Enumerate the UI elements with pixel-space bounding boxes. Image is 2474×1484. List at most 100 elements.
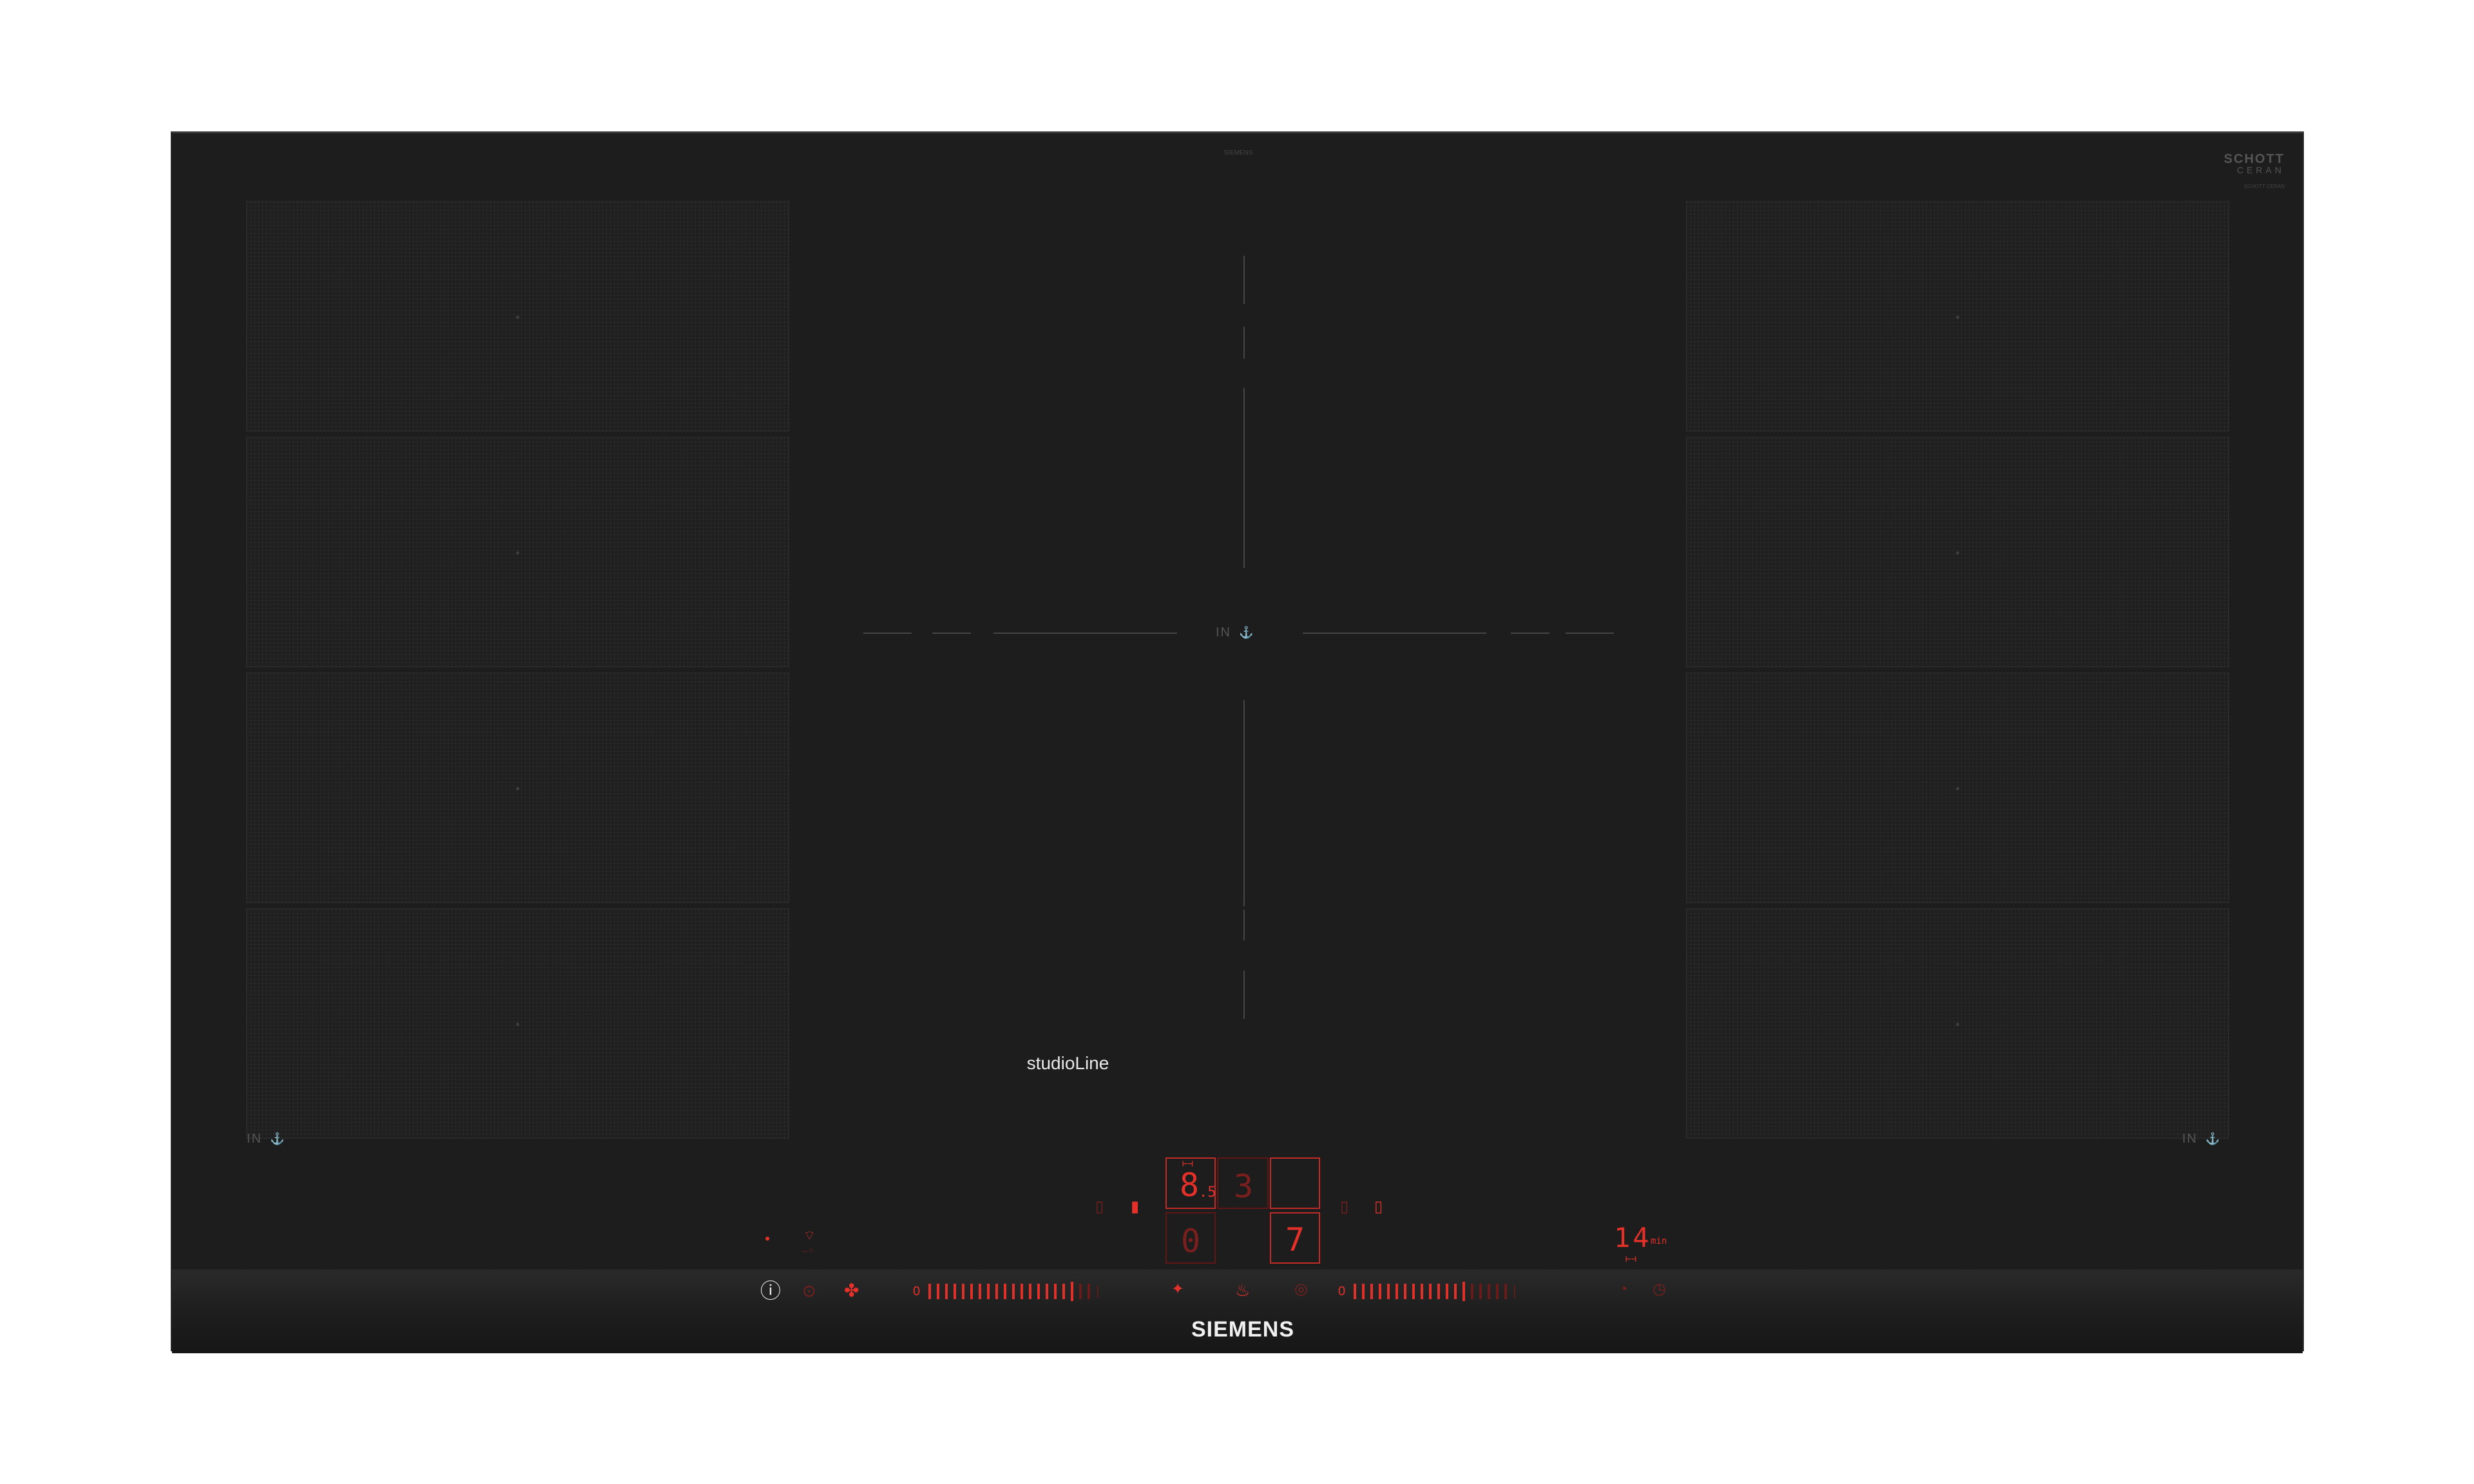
slider-tick (1462, 1282, 1466, 1301)
right-power-slider[interactable]: 0 | (1338, 1282, 1517, 1301)
center-line-h3 (993, 633, 1177, 634)
center-line-h5 (1511, 633, 1549, 634)
pan-icon[interactable]: ◎ (1294, 1282, 1308, 1297)
schott-ceran-logo: SCHOTT CERAN SCHOTT CERAN (2224, 153, 2285, 189)
slider-tick (1012, 1284, 1015, 1299)
zone-level-digit: 3 (1234, 1168, 1254, 1205)
slider-tick (1488, 1284, 1491, 1299)
slider-tick (1496, 1284, 1499, 1299)
timer-icon-a[interactable]: ◔ (1618, 1282, 1628, 1297)
left-power-slider[interactable]: 0 | (913, 1282, 1100, 1301)
timer-icon-b[interactable]: ◷ (1653, 1282, 1666, 1297)
left-slider-end: | (1096, 1284, 1100, 1298)
induction-icon: ⚓ (270, 1132, 286, 1145)
series-label: studioLine (1026, 1053, 1109, 1073)
zone-display-top-middle[interactable]: 3 (1217, 1157, 1269, 1209)
slider-tick (1046, 1284, 1049, 1299)
zone-display-bottom-right[interactable]: 7 (1270, 1212, 1320, 1264)
timer-marker: ⊢⊣ (1625, 1254, 1636, 1264)
right-slider-end: | (1513, 1284, 1517, 1298)
timer-value: 14 (1614, 1222, 1652, 1253)
slider-tick (1429, 1284, 1432, 1299)
slider-tick (995, 1284, 999, 1299)
slider-tick (1004, 1284, 1007, 1299)
schott-line1: SCHOTT (2223, 152, 2285, 166)
zone-center-mark (516, 551, 519, 555)
slider-tick (979, 1284, 982, 1299)
right-induction-label: IN ⚓ (2182, 1132, 2221, 1146)
steam-icon[interactable]: ♨ (1235, 1282, 1250, 1298)
right-zone-1 (1686, 201, 2229, 432)
slider-tick (1354, 1284, 1357, 1299)
timer-unit: min (1651, 1236, 1667, 1246)
schott-line2: CERAN (2236, 165, 2285, 175)
boost-icon[interactable]: ✦ (1171, 1282, 1184, 1297)
center-line-v2 (1243, 327, 1245, 359)
slider-tick (1088, 1284, 1091, 1299)
in-text: IN (247, 1132, 262, 1146)
slider-tick (1062, 1284, 1066, 1299)
zone-level-digit: 8 (1180, 1166, 1200, 1204)
slider-tick (1479, 1284, 1482, 1299)
zone-center-mark (1956, 551, 1959, 555)
slider-tick (1412, 1284, 1415, 1299)
center-line-v3 (1243, 388, 1245, 568)
left-zone-1 (246, 201, 789, 432)
left-slider-zero: 0 (913, 1284, 921, 1298)
right-zone-indicator-a[interactable]: ▯ (1340, 1199, 1348, 1215)
left-zone-2 (246, 437, 789, 667)
wifi-icon: ⌔ (803, 1229, 816, 1243)
left-zone-indicator-b[interactable]: ▮ (1131, 1199, 1139, 1215)
left-zone-4 (246, 908, 789, 1139)
right-zone-4 (1686, 908, 2229, 1139)
fan-icon[interactable]: ✤ (844, 1282, 859, 1300)
slider-tick (954, 1284, 957, 1299)
lock-icon[interactable]: ⊙ (802, 1282, 816, 1299)
zone-display-bottom-left[interactable]: 0 (1165, 1212, 1216, 1264)
slider-tick (1029, 1284, 1032, 1299)
schott-line3: SCHOTT CERAN (2244, 184, 2285, 189)
maker-mark: SIEMENS (1223, 149, 1253, 157)
cooktop-glass: SIEMENS SCHOTT CERAN SCHOTT CERAN IN ⚓ IN… (171, 131, 2304, 1353)
left-zone-indicator-a[interactable]: ▯ (1095, 1199, 1104, 1215)
slider-tick (1387, 1284, 1390, 1299)
power-indicator-dot: ● (765, 1233, 771, 1243)
center-line-h4 (1303, 633, 1486, 634)
induction-icon: ⚓ (2205, 1132, 2221, 1145)
slider-tick (1446, 1284, 1449, 1299)
slider-tick (1362, 1284, 1365, 1299)
right-flex-zone (1686, 201, 2229, 1144)
left-zone-3 (246, 672, 789, 903)
power-button-icon[interactable]: ⓘ (760, 1280, 781, 1301)
right-zone-indicator-b[interactable]: ▯ (1374, 1199, 1383, 1215)
brand-logo: SIEMENS (1191, 1317, 1295, 1342)
slider-tick (1454, 1284, 1457, 1299)
slider-tick (1404, 1284, 1407, 1299)
slider-tick (928, 1284, 932, 1299)
zone-center-mark (516, 1023, 519, 1026)
center-line-v4 (1243, 700, 1245, 906)
in-text: IN (2182, 1132, 2198, 1146)
zone-level-decimal: .5 (1199, 1184, 1216, 1201)
slider-tick (1421, 1284, 1424, 1299)
slider-tick (1071, 1282, 1074, 1301)
right-zone-3 (1686, 672, 2229, 903)
center-line-h1 (863, 633, 912, 634)
zone-display-top-left[interactable]: ⊢⊣ 8 .5 (1165, 1157, 1216, 1209)
slider-tick (1395, 1284, 1399, 1299)
left-flex-zone (246, 201, 789, 1144)
zone-center-mark (1956, 316, 1959, 319)
slider-tick (962, 1284, 965, 1299)
slider-tick (1037, 1284, 1040, 1299)
center-line-v6 (1243, 971, 1245, 1019)
home-connect-label: ↔○ (801, 1246, 814, 1255)
zone-center-mark (516, 787, 519, 790)
center-induction-label: IN ⚓ (1216, 625, 1254, 640)
slider-tick (1437, 1284, 1441, 1299)
zone-center-mark (516, 316, 519, 319)
zone-display-top-right[interactable] (1270, 1157, 1320, 1209)
slider-tick (937, 1284, 940, 1299)
slider-tick (1379, 1284, 1382, 1299)
slider-tick (1370, 1284, 1374, 1299)
zone-level-digit: 7 (1285, 1221, 1305, 1259)
